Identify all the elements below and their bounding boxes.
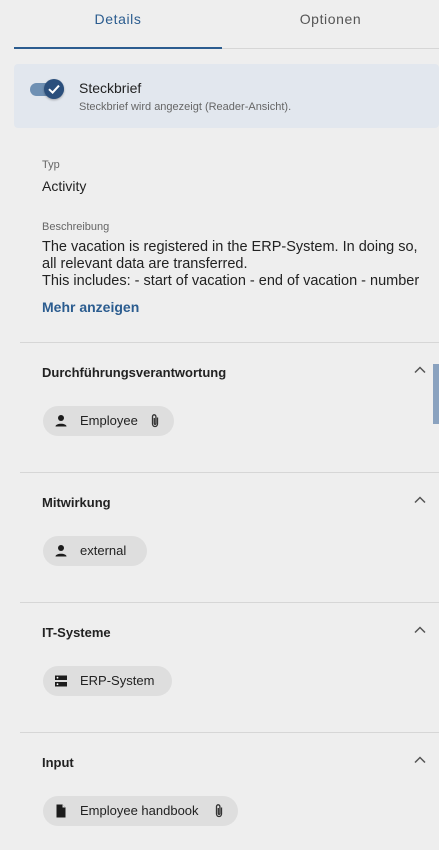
steckbrief-title: Steckbrief <box>79 80 142 96</box>
beschreibung-text-content: The vacation is registered in the ERP-Sy… <box>42 239 420 285</box>
person-icon <box>55 545 67 557</box>
chip-label: external <box>80 543 127 558</box>
document-icon <box>56 804 66 818</box>
typ-label: Typ <box>42 159 60 171</box>
chip-label: Employee handbook <box>80 803 199 818</box>
chip-label: Employee <box>80 413 138 428</box>
divider <box>20 732 439 733</box>
section-title-mitwirkung: Mitwirkung <box>42 495 111 510</box>
divider <box>20 472 439 473</box>
section-title-durchfuehrung: Durchführungsverantwortung <box>42 365 227 380</box>
chevron-up-icon[interactable] <box>412 492 428 508</box>
chip-employee-handbook[interactable]: Employee handbook <box>43 796 238 826</box>
beschreibung-text: The vacation is registered in the ERP-Sy… <box>42 239 432 285</box>
tab-bar: Details Optionen <box>14 0 439 49</box>
divider <box>20 602 439 603</box>
divider <box>20 342 439 343</box>
steckbrief-toggle[interactable] <box>30 78 66 100</box>
typ-value: Activity <box>42 178 87 194</box>
tab-optionen[interactable]: Optionen <box>222 0 439 47</box>
paperclip-icon[interactable] <box>148 413 162 429</box>
chip-label: ERP-System <box>80 673 155 688</box>
chevron-up-icon[interactable] <box>412 622 428 638</box>
chip-erp-system[interactable]: ERP-System <box>43 666 172 696</box>
chip-external[interactable]: external <box>43 536 147 566</box>
mehr-anzeigen-link[interactable]: Mehr anzeigen <box>42 299 139 315</box>
person-icon <box>55 415 67 427</box>
tab-details[interactable]: Details <box>14 0 222 47</box>
chevron-up-icon[interactable] <box>412 362 428 378</box>
active-tab-indicator <box>14 47 222 49</box>
steckbrief-subtitle: Steckbrief wird angezeigt (Reader-Ansich… <box>79 101 292 113</box>
section-title-input: Input <box>42 755 74 770</box>
paperclip-icon[interactable] <box>212 803 226 819</box>
scrollbar-thumb[interactable] <box>433 364 439 424</box>
server-icon <box>55 675 67 687</box>
section-title-it-systeme: IT-Systeme <box>42 625 111 640</box>
toggle-thumb <box>44 79 64 99</box>
chip-employee[interactable]: Employee <box>43 406 174 436</box>
chevron-up-icon[interactable] <box>412 752 428 768</box>
steckbrief-panel: Steckbrief Steckbrief wird angezeigt (Re… <box>14 64 439 128</box>
beschreibung-label: Beschreibung <box>42 221 110 233</box>
check-icon <box>48 84 60 95</box>
